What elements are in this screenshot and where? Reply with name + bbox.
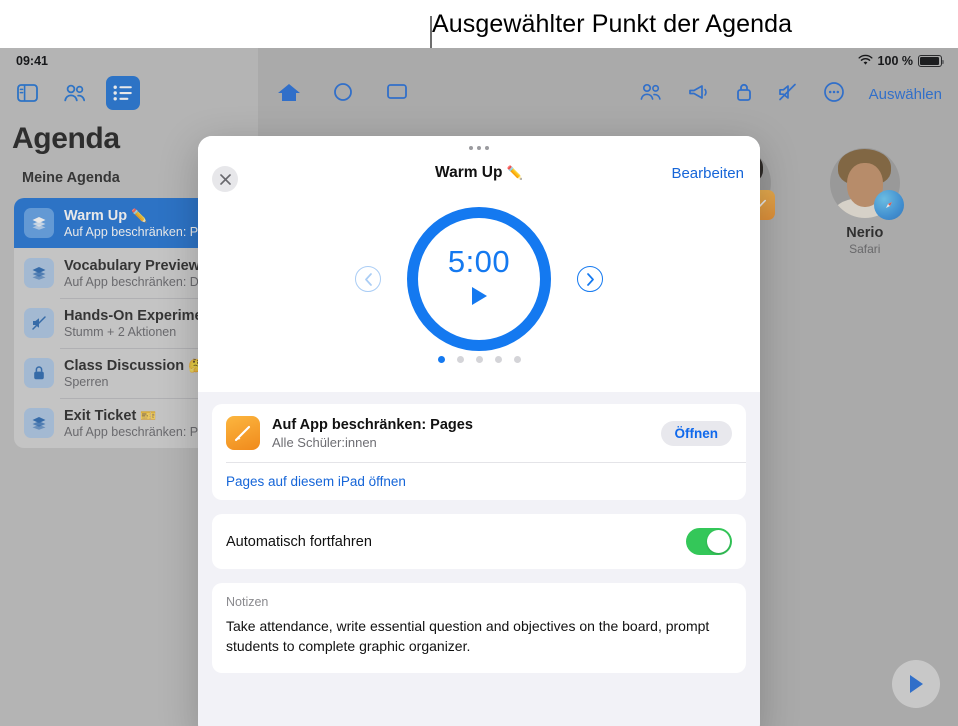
auto-continue-toggle[interactable]: [686, 528, 732, 555]
battery-text: 100 %: [877, 54, 913, 68]
modal-header: Warm Up ✏️ Bearbeiten 5:00: [198, 136, 760, 392]
pages-icon: [226, 416, 260, 450]
app-restriction-card: Auf App beschränken: Pages Alle Schüler:…: [212, 404, 746, 500]
auto-continue-label: Automatisch fortfahren: [226, 533, 372, 550]
app-restriction-row: Auf App beschränken: Pages Alle Schüler:…: [212, 404, 746, 462]
modal-body: Auf App beschränken: Pages Alle Schüler:…: [198, 392, 760, 699]
edit-button[interactable]: Bearbeiten: [671, 165, 744, 182]
ipad-screen: Agenda Meine Agenda Warm Up ✏️ Auf App be…: [0, 48, 958, 726]
page-dot-3[interactable]: [475, 356, 483, 363]
page-dot-4[interactable]: [494, 356, 502, 363]
auto-continue-row: Automatisch fortfahren: [212, 514, 746, 569]
wifi-icon: [858, 54, 873, 69]
play-icon[interactable]: [468, 285, 490, 312]
agenda-item-detail-modal: Warm Up ✏️ Bearbeiten 5:00 Auf App besch…: [198, 136, 760, 726]
page-dot-2[interactable]: [456, 356, 464, 363]
annotation-title: Ausgewählter Punkt der Agenda: [432, 9, 793, 38]
timer-ring[interactable]: 5:00: [407, 207, 551, 351]
notes-card[interactable]: Notizen Take attendance, write essential…: [212, 583, 746, 673]
drag-handle-icon[interactable]: [469, 146, 489, 150]
notes-text: Take attendance, write essential questio…: [226, 618, 710, 654]
page-dot-5[interactable]: [513, 356, 521, 363]
chevron-right-icon[interactable]: [577, 266, 603, 292]
battery-icon: [918, 55, 944, 67]
page-dot-1[interactable]: [437, 356, 445, 363]
status-right: 100 %: [858, 54, 944, 69]
chevron-left-icon[interactable]: [355, 266, 381, 292]
app-restriction-text: Auf App beschränken: Pages Alle Schüler:…: [272, 417, 649, 450]
auto-continue-card: Automatisch fortfahren: [212, 514, 746, 569]
open-on-ipad-link[interactable]: Pages auf diesem iPad öffnen: [212, 463, 746, 500]
status-time: 09:41: [16, 54, 48, 68]
modal-title-text: Warm Up: [435, 164, 503, 181]
pencil-emoji-icon: ✏️: [506, 166, 523, 181]
timer-value: 5:00: [447, 244, 511, 279]
screenshot-root: Ausgewählter Punkt der Agenda Agenda Mei…: [0, 0, 958, 726]
open-button[interactable]: Öffnen: [660, 420, 732, 446]
page-indicator[interactable]: [198, 356, 760, 363]
timer-area: 5:00: [198, 204, 760, 354]
app-restriction-title: Auf App beschränken: Pages: [272, 416, 473, 433]
notes-label: Notizen: [226, 595, 269, 609]
app-restriction-subtitle: Alle Schüler:innen: [272, 434, 377, 450]
status-bar: 09:41 100 %: [0, 48, 958, 74]
